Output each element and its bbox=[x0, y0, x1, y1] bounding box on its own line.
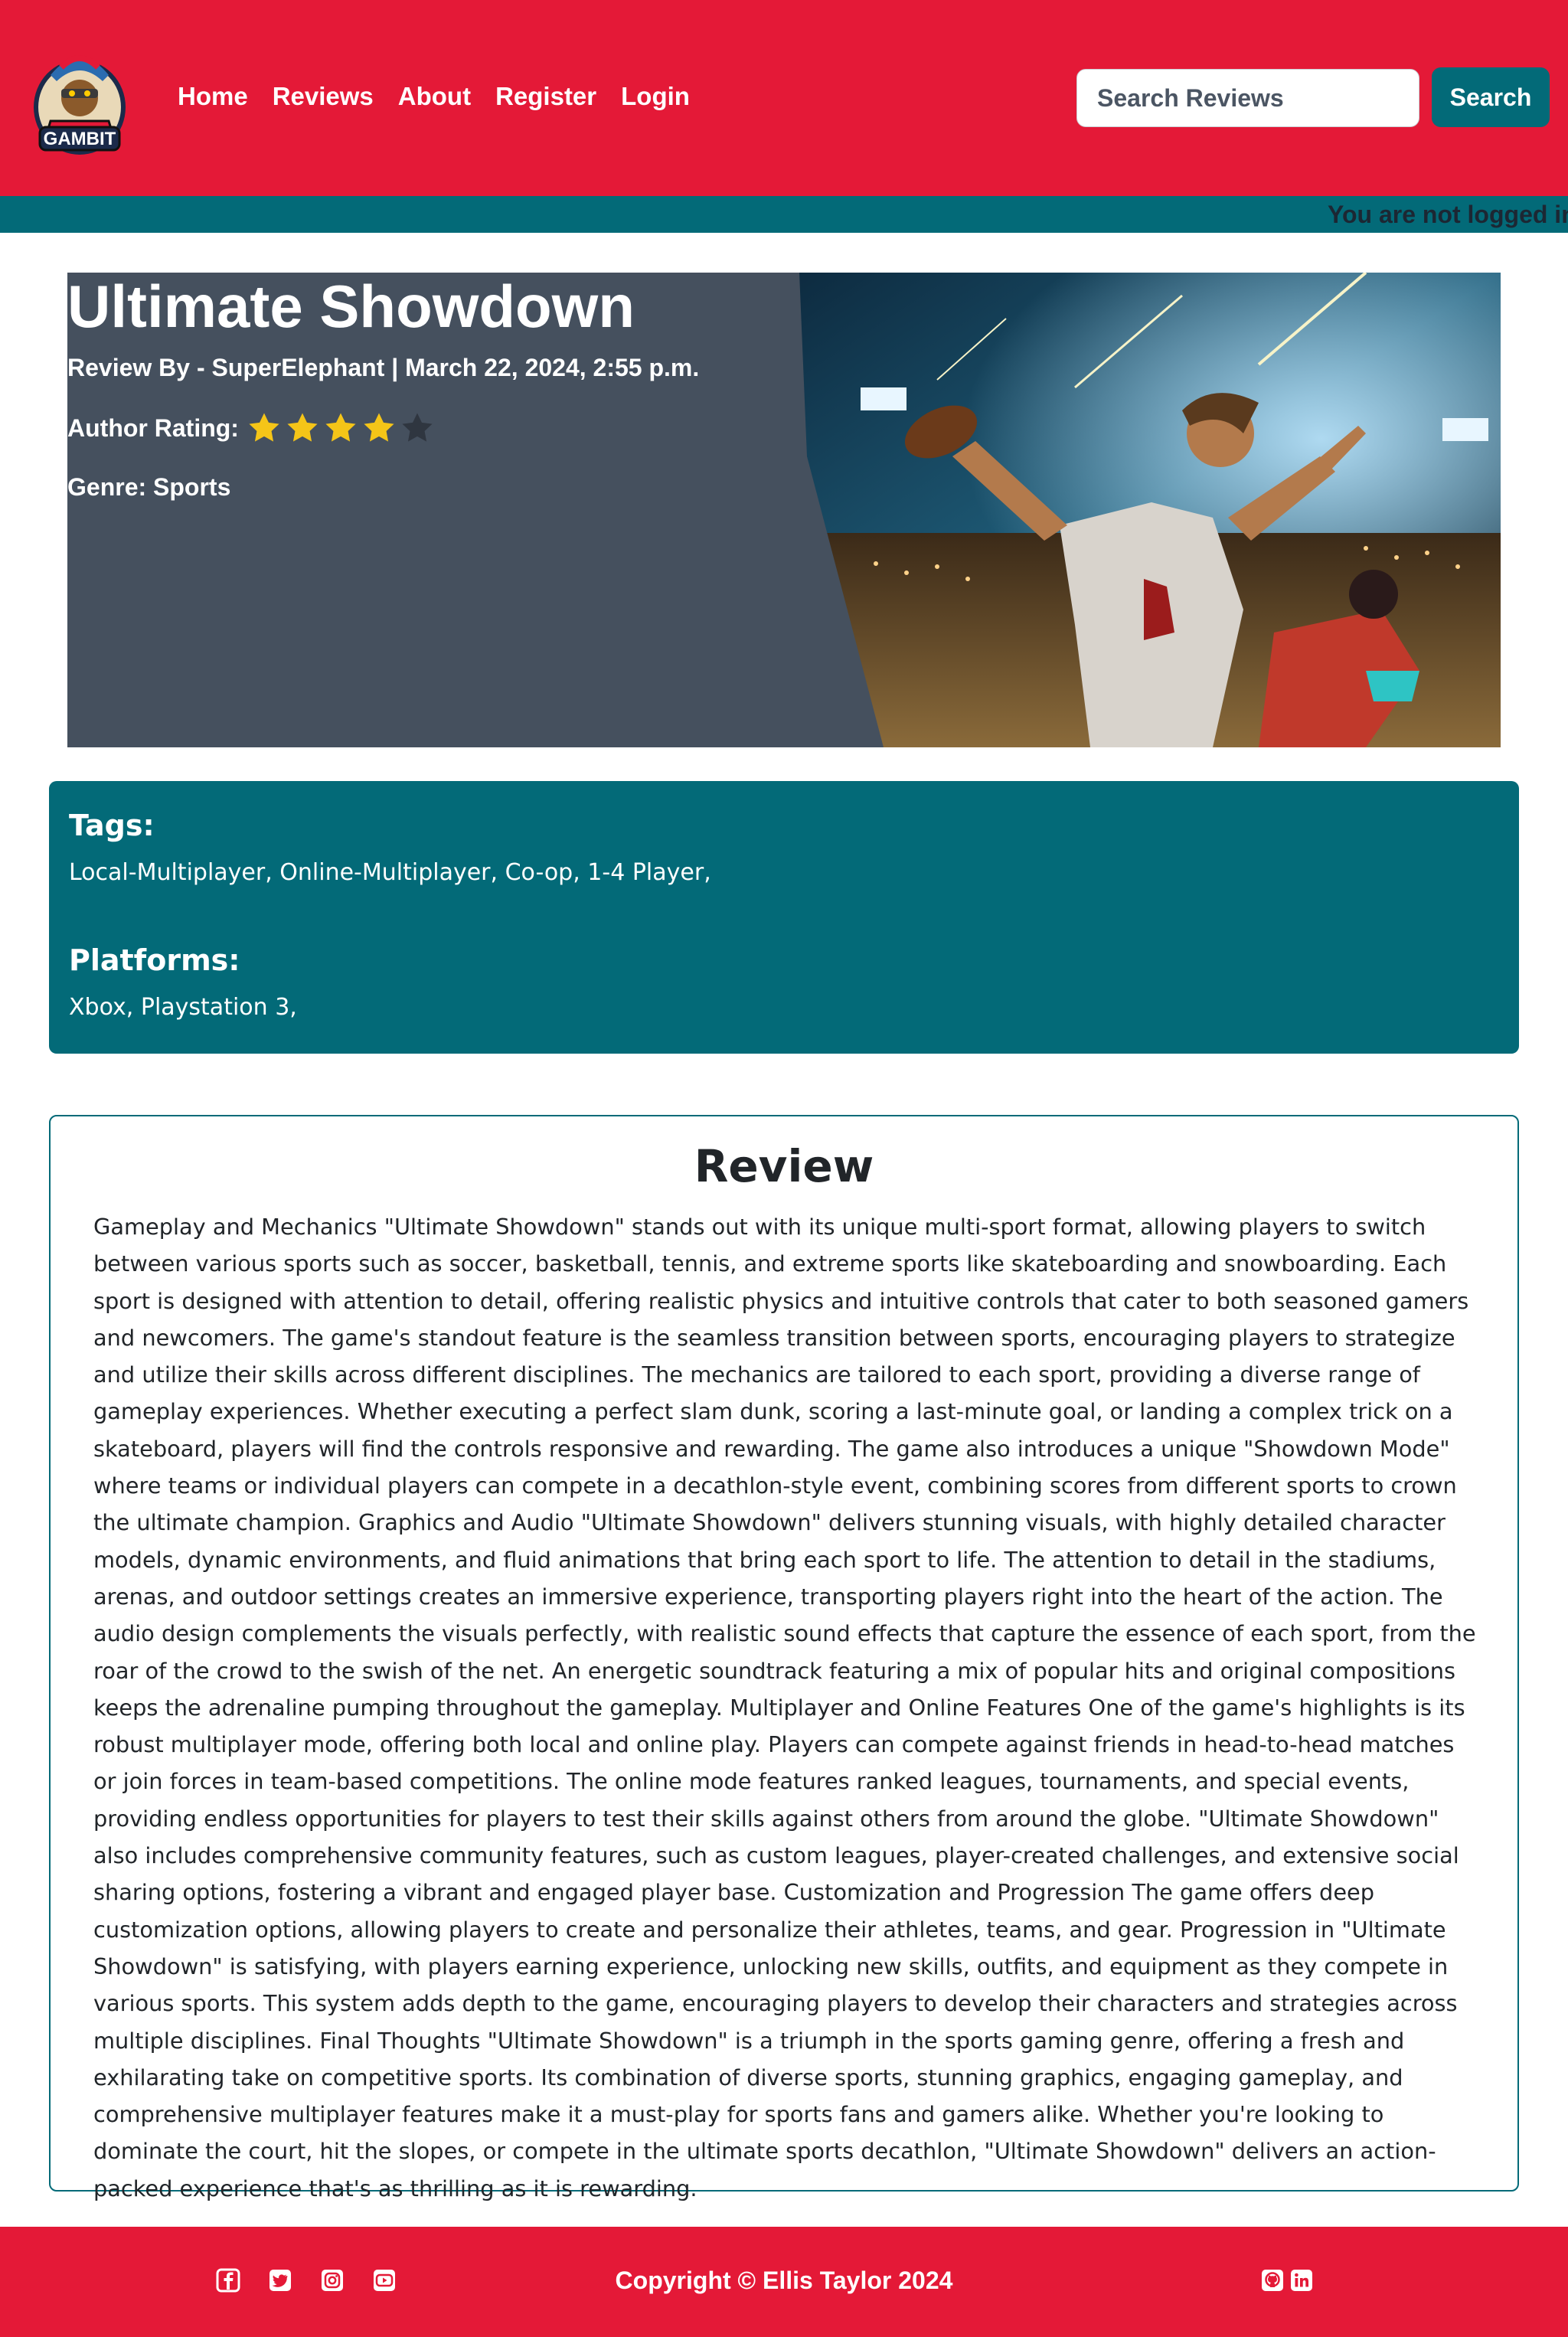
review-body-text: Gameplay and Mechanics "Ultimate Showdow… bbox=[93, 1214, 1476, 2201]
star-filled-icon bbox=[249, 413, 279, 442]
search-input[interactable] bbox=[1076, 69, 1419, 127]
platforms-heading: Platforms: bbox=[69, 943, 240, 977]
github-icon[interactable] bbox=[1260, 2268, 1285, 2293]
nav-login[interactable]: Login bbox=[621, 77, 690, 116]
review-hero: Ultimate Showdown Review By - SuperEleph… bbox=[67, 273, 1501, 747]
tags-platforms-panel: Tags: Local-Multiplayer, Online-Multipla… bbox=[49, 781, 1519, 1054]
page-title: Ultimate Showdown bbox=[67, 273, 635, 340]
search-button[interactable]: Search bbox=[1432, 67, 1550, 127]
login-status-text: You are not logged in bbox=[1328, 201, 1568, 228]
main-nav: Home Reviews About Register Login bbox=[178, 77, 714, 116]
social-links-right bbox=[1260, 2268, 1318, 2293]
login-status-bar: You are not logged in bbox=[0, 196, 1568, 233]
nav-register[interactable]: Register bbox=[495, 77, 596, 116]
copyright-text: Copyright © Ellis Taylor 2024 bbox=[615, 2267, 953, 2294]
gambit-logo[interactable]: GAMBIT bbox=[28, 44, 132, 161]
logo-text: GAMBIT bbox=[44, 129, 116, 149]
star-filled-icon bbox=[364, 413, 394, 442]
review-card: Review Gameplay and Mechanics "Ultimate … bbox=[49, 1115, 1519, 2201]
tags-list: Local-Multiplayer, Online-Multiplayer, C… bbox=[69, 859, 711, 886]
nav-about[interactable]: About bbox=[398, 77, 471, 116]
nav-home[interactable]: Home bbox=[178, 77, 248, 116]
rating-stars bbox=[247, 410, 438, 446]
linkedin-icon[interactable] bbox=[1289, 2268, 1314, 2293]
review-byline: Review By - SuperElephant | March 22, 20… bbox=[67, 354, 700, 381]
star-filled-icon bbox=[287, 413, 318, 442]
star-filled-icon bbox=[325, 413, 356, 442]
star-empty-icon bbox=[402, 413, 433, 442]
review-section-title: Review bbox=[694, 1140, 874, 1192]
navbar: GAMBIT Home Reviews About Register Login… bbox=[0, 0, 1568, 196]
game-cover-image bbox=[784, 273, 1501, 747]
footer: Copyright © Ellis Taylor 2024 bbox=[0, 2227, 1568, 2337]
nav-reviews[interactable]: Reviews bbox=[273, 77, 374, 116]
tags-heading: Tags: bbox=[69, 809, 155, 842]
rating-label: Author Rating: bbox=[67, 413, 239, 442]
author-rating: Author Rating: bbox=[67, 410, 438, 446]
review-genre: Genre: Sports bbox=[67, 473, 231, 501]
platforms-list: Xbox, Playstation 3, bbox=[69, 994, 297, 1021]
